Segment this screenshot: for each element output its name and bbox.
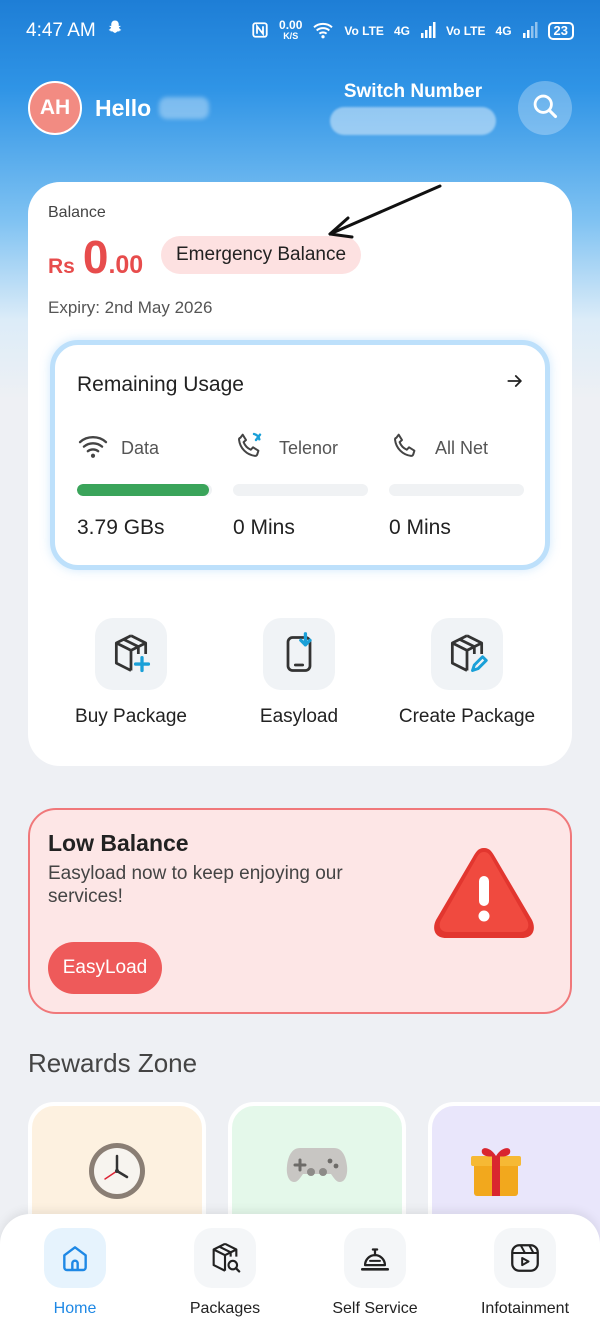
bottom-navigation: Home Packages Self Service Infotainment [0,1214,600,1333]
wifi-icon [312,21,334,42]
phone-icon [389,430,423,467]
usage-label: Data [121,437,160,458]
usage-value: 3.79 GBs [77,516,165,539]
nav-item-packages[interactable]: Packages [150,1228,300,1318]
low-balance-card: Low Balance Easyload now to keep enjoyin… [28,808,572,1014]
nav-item-infotainment[interactable]: Infotainment [450,1228,600,1318]
signal-2: 4G [495,23,512,38]
greeting: Hello [95,94,210,122]
gamepad-icon [286,1148,348,1182]
home-icon [44,1228,106,1288]
telenor-progress-bar [233,484,368,496]
switch-number-control[interactable]: Switch Number [330,81,496,135]
usage-label: Telenor [279,437,339,458]
status-bar: 4:47 AM 0.00 K/S Vo LTE 4G Vo LTE 4G 23 [0,0,600,62]
packages-icon [194,1228,256,1288]
volte-indicator-1: Vo LTE [344,23,384,38]
volte-indicator-2: Vo LTE [445,23,486,38]
self-service-icon [344,1228,406,1288]
data-progress-bar [77,484,212,496]
rewards-zone-title: Rewards Zone [28,1048,198,1078]
nav-label: Infotainment [480,1300,570,1317]
greeting-text: Hello [95,94,152,121]
arrow-right-icon[interactable] [505,371,525,396]
low-balance-message: Easyload now to keep enjoying our servic… [48,863,343,907]
action-label: Easyload [259,706,339,727]
nav-item-home[interactable]: Home [0,1228,150,1318]
action-label: Create Package [398,706,536,727]
signal-bars-icon [522,21,538,41]
phone-number-redacted[interactable] [330,107,496,135]
buy-package-icon [95,618,167,690]
balance-currency: Rs [48,255,75,278]
create-package-button[interactable]: Create Package [377,618,557,728]
nav-label: Self Service [332,1300,418,1317]
nav-item-self-service[interactable]: Self Service [300,1228,450,1318]
gift-icon [471,1148,521,1196]
snapchat-icon [106,19,124,43]
remaining-usage-card[interactable]: Remaining Usage Data 3.79 GBs Telenor 0 … [50,340,550,570]
usage-value: 0 Mins [389,516,451,539]
app-header: AH Hello Switch Number [28,80,572,136]
usage-label: All Net [435,437,489,458]
balance-label: Balance [48,204,106,221]
nav-label: Packages [189,1300,261,1317]
balance-integer: 0 [82,231,109,283]
battery-indicator: 23 [547,22,574,40]
balance-card: Balance Rs 0 .00 Emergency Balance Expir… [28,182,572,766]
signal-1: 4G [393,23,410,38]
clock-icon [89,1143,145,1199]
easyload-button[interactable]: EasyLoad [48,942,162,994]
signal-bars-icon [420,21,436,41]
switch-number-label[interactable]: Switch Number [344,81,482,103]
search-icon [531,92,559,125]
telenor-phone-icon [233,430,267,467]
usage-all-net: All Net 0 Mins [389,431,529,540]
easyload-action-button[interactable]: Easyload [209,618,389,728]
warning-icon [434,848,534,938]
nfc-icon [251,21,269,42]
network-speed: 0.00 K/S [279,18,303,41]
usage-value: 0 Mins [233,516,295,539]
infotainment-icon [494,1228,556,1288]
nav-label: Home [53,1300,97,1317]
annotation-arrow-icon [328,184,442,239]
status-time: 4:47 AM [26,20,96,41]
balance-amount: Rs 0 .00 [48,230,143,284]
usage-telenor: Telenor 0 Mins [233,431,373,540]
user-name-redacted [159,97,210,119]
expiry-date: Expiry: 2nd May 2026 [48,298,213,317]
wifi-icon [77,433,109,464]
easyload-icon [263,618,335,690]
buy-package-button[interactable]: Buy Package [41,618,221,728]
create-package-icon [431,618,503,690]
action-label: Buy Package [75,706,187,727]
quick-actions: Buy Package Easyload Create Package [28,618,572,738]
low-balance-title: Low Balance [48,830,189,856]
usage-title: Remaining Usage [77,373,244,396]
all-net-progress-bar [389,484,524,496]
search-button[interactable] [518,81,572,135]
usage-data: Data 3.79 GBs [77,431,217,540]
balance-decimal: .00 [108,251,144,279]
avatar[interactable]: AH [28,81,82,135]
